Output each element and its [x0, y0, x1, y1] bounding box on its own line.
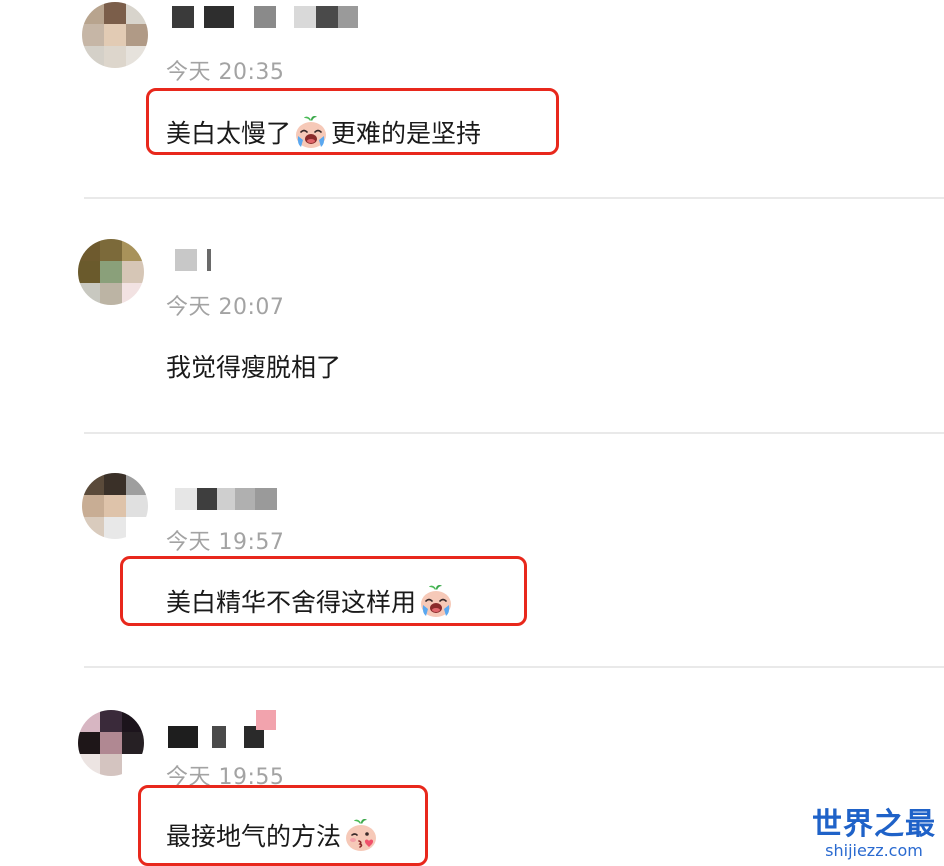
divider	[84, 197, 944, 199]
divider	[84, 432, 944, 434]
username-redacted	[172, 6, 358, 28]
avatar[interactable]	[82, 2, 148, 68]
username-redacted	[175, 249, 211, 271]
comment-time: 今天 20:35	[166, 60, 285, 85]
comment-time: 今天 20:07	[166, 295, 285, 320]
highlight-box	[120, 556, 527, 626]
avatar[interactable]	[82, 473, 148, 539]
watermark: 世界之最 shijiezz.com	[812, 799, 936, 860]
comment-text-part: 我觉得瘦脱相了	[166, 353, 342, 382]
avatar[interactable]	[78, 710, 144, 776]
comment-text: 我觉得瘦脱相了	[166, 346, 341, 386]
comment-time: 今天 19:57	[166, 530, 285, 555]
watermark-title: 世界之最	[812, 807, 936, 842]
watermark-url: shijiezz.com	[825, 841, 923, 860]
divider	[84, 666, 944, 668]
username-redacted-accent	[256, 710, 276, 730]
username-redacted	[175, 488, 277, 510]
avatar[interactable]	[78, 239, 144, 305]
highlight-box	[138, 785, 428, 866]
highlight-box	[146, 88, 559, 155]
username-redacted	[168, 726, 264, 748]
